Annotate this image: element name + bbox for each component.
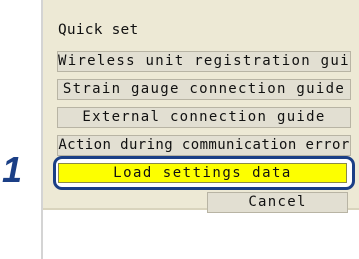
step-number: 1: [2, 149, 23, 190]
action-during-communication-error-button[interactable]: Action during communication error: [57, 135, 351, 156]
menu-title: Quick set: [58, 22, 139, 38]
strain-gauge-connection-guide-button[interactable]: Strain gauge connection guide: [57, 79, 351, 100]
external-connection-guide-button[interactable]: External connection guide: [57, 107, 351, 128]
wireless-unit-registration-guide-button[interactable]: Wireless unit registration guide: [57, 51, 351, 72]
load-settings-data-button[interactable]: Load settings data: [58, 163, 347, 183]
cancel-button[interactable]: Cancel: [207, 192, 348, 213]
